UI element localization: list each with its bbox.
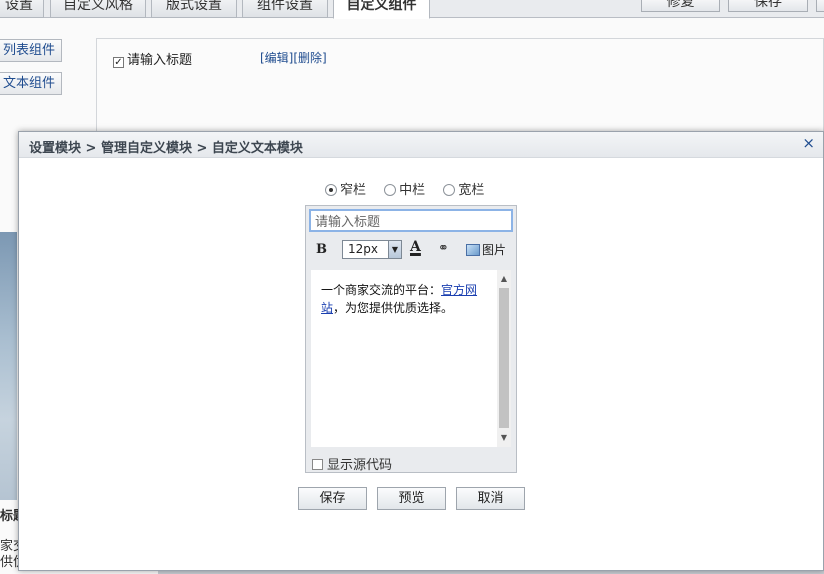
add-list-component-button[interactable]: 列表组件 bbox=[0, 39, 62, 62]
font-size-value: 12px bbox=[348, 242, 378, 256]
radio-dot-icon bbox=[325, 184, 337, 196]
component-panel: ✓ 请输入标题 [编辑][删除] bbox=[96, 38, 824, 138]
close-icon[interactable]: × bbox=[802, 134, 815, 152]
show-source-checkbox[interactable]: 显示源代码 bbox=[312, 454, 392, 473]
radio-medium[interactable]: 中栏 bbox=[384, 179, 425, 198]
insert-image-button[interactable]: 图片 bbox=[466, 241, 506, 258]
content-text-after: ，为您提供优质选择。 bbox=[333, 301, 454, 315]
link-icon[interactable]: ⚭ bbox=[438, 241, 449, 256]
font-color-icon[interactable]: A bbox=[410, 239, 421, 255]
repair-button[interactable]: 修复 bbox=[641, 0, 720, 12]
radio-dot-icon bbox=[443, 184, 456, 196]
bold-icon[interactable]: B bbox=[316, 242, 327, 257]
radio-wide-label: 宽栏 bbox=[458, 183, 485, 198]
panel-checkbox-label: 请输入标题 bbox=[127, 53, 193, 68]
tab-custom-components[interactable]: 自定义组件 bbox=[333, 0, 430, 19]
show-source-label: 显示源代码 bbox=[327, 458, 393, 473]
save-top-button[interactable]: 保存 bbox=[728, 0, 808, 12]
checkbox-icon bbox=[312, 459, 323, 470]
cancel-button[interactable]: 取消 bbox=[456, 487, 525, 510]
content-text-before: 一个商家交流的平台： bbox=[321, 283, 442, 297]
add-text-component-button[interactable]: 文本组件 bbox=[0, 72, 62, 95]
radio-narrow[interactable]: 窄栏 bbox=[325, 179, 366, 198]
scroll-down-icon[interactable]: ▼ bbox=[497, 431, 511, 445]
tab-custom-style[interactable]: 自定义风格 bbox=[50, 0, 146, 18]
tab-bar: 设置 自定义风格 版式设置 组件设置 自定义组件 修复 保存 bbox=[0, 0, 824, 19]
custom-text-module-dialog: 设置模块 > 管理自定义模块 > 自定义文本模块 × 窄栏 中栏 宽栏 B 12… bbox=[18, 131, 824, 571]
tab-component-settings[interactable]: 组件设置 bbox=[242, 0, 328, 18]
editor-scrollbar[interactable]: ▲ ▼ bbox=[497, 270, 511, 447]
title-input[interactable] bbox=[309, 209, 513, 232]
background-image bbox=[0, 232, 17, 500]
panel-title-checkbox[interactable]: ✓ 请输入标题 bbox=[113, 49, 192, 68]
editor-content-text: 一个商家交流的平台：官方网站，为您提供优质选择。 bbox=[321, 281, 493, 317]
dialog-header: 设置模块 > 管理自定义模块 > 自定义文本模块 × bbox=[19, 132, 823, 158]
image-icon bbox=[466, 244, 480, 256]
radio-medium-label: 中栏 bbox=[399, 183, 426, 198]
radio-narrow-label: 窄栏 bbox=[340, 183, 367, 198]
editor-content-area[interactable]: 一个商家交流的平台：官方网站，为您提供优质选择。 ▲ ▼ bbox=[311, 270, 511, 447]
radio-dot-icon bbox=[384, 184, 397, 196]
radio-wide[interactable]: 宽栏 bbox=[443, 179, 484, 198]
tab-layout-settings[interactable]: 版式设置 bbox=[151, 0, 237, 18]
scroll-thumb[interactable] bbox=[499, 288, 509, 428]
editor-toolbar: B 12px ▼ A ⚭ 图片 bbox=[306, 237, 516, 263]
save-button[interactable]: 保存 bbox=[298, 487, 367, 510]
preview-button[interactable]: 预览 bbox=[377, 487, 446, 510]
chevron-down-icon: ▼ bbox=[388, 241, 401, 258]
edit-delete-links[interactable]: [编辑][删除] bbox=[260, 49, 327, 66]
tab-settings[interactable]: 设置 bbox=[0, 0, 44, 18]
image-label: 图片 bbox=[482, 243, 507, 257]
check-icon: ✓ bbox=[113, 57, 124, 68]
font-size-select[interactable]: 12px ▼ bbox=[342, 240, 402, 259]
width-radio-group: 窄栏 中栏 宽栏 bbox=[325, 179, 498, 198]
extra-top-button[interactable] bbox=[816, 0, 824, 12]
dialog-breadcrumb: 设置模块 > 管理自定义模块 > 自定义文本模块 bbox=[29, 141, 303, 156]
scroll-up-icon[interactable]: ▲ bbox=[497, 272, 511, 286]
text-editor: B 12px ▼ A ⚭ 图片 一个商家交流的平台：官方网站，为您提供优质选择。… bbox=[305, 205, 517, 473]
